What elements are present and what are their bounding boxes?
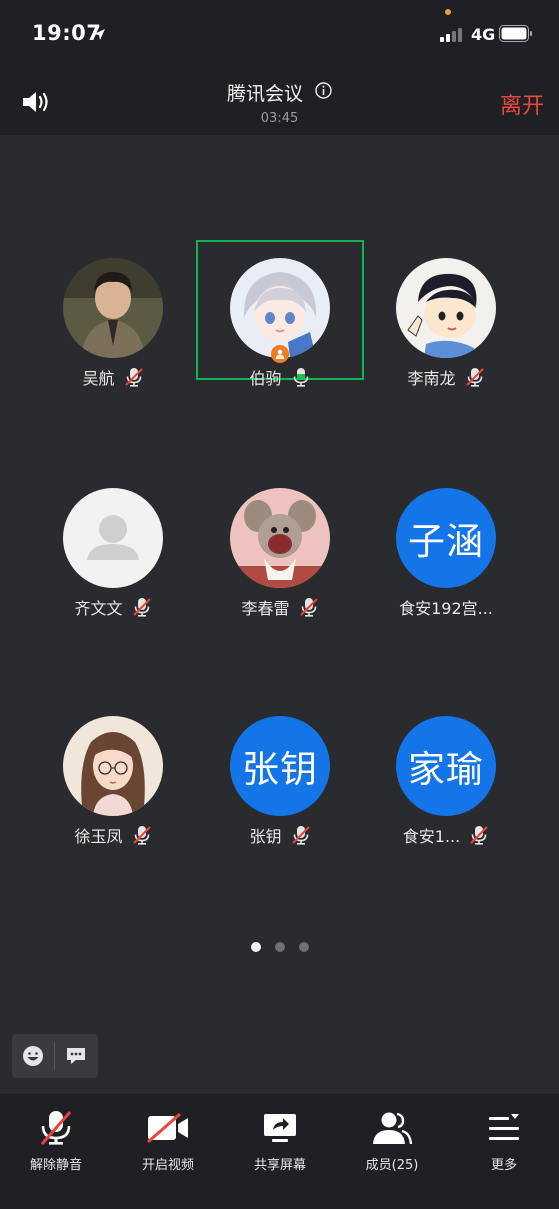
participant-name: 食安1... (402, 827, 461, 846)
mic-muted-icon (299, 597, 319, 617)
participant-tile[interactable]: 李南龙 (362, 240, 530, 388)
mic-muted-icon (124, 367, 144, 387)
members-icon (371, 1104, 413, 1152)
avatar (63, 258, 163, 358)
members-button[interactable]: 成员(25) (336, 1094, 448, 1184)
meeting-header: 腾讯会议 03:45 离开 (0, 66, 559, 135)
leave-button[interactable]: 离开 (500, 88, 544, 120)
page-indicator (0, 942, 559, 952)
participant-tile[interactable]: 李春雷 (196, 470, 364, 618)
divider (54, 1042, 55, 1070)
avatar (230, 488, 330, 588)
participant-name: 伯驹 (249, 369, 282, 388)
participant-tile[interactable]: 张钥 张钥 (196, 698, 364, 846)
mic-muted-icon (469, 825, 489, 845)
page-dot[interactable] (298, 942, 309, 952)
status-bar: 19:07 4G (0, 0, 559, 66)
cell-signal-icon (440, 26, 466, 42)
meeting-toolbar: 解除静音 开启视频 共享屏幕 成员(25) 更多 (0, 1094, 559, 1209)
unmute-label: 解除静音 (29, 1158, 82, 1173)
reaction-chat-box (12, 1034, 98, 1078)
mic-muted-icon (465, 367, 485, 387)
avatar-default-icon (63, 488, 163, 588)
more-label: 更多 (490, 1158, 517, 1173)
members-label: 成员(25) (365, 1158, 419, 1173)
meeting-duration: 03:45 (260, 111, 299, 126)
participant-name: 齐文文 (74, 599, 123, 618)
participant-tile[interactable]: 家瑜 食安1... (362, 698, 530, 846)
participant-name: 徐玉凤 (74, 827, 123, 846)
chat-message-icon[interactable] (65, 1045, 87, 1071)
host-badge-icon (271, 345, 289, 363)
menu-icon (487, 1104, 521, 1152)
share-screen-label: 共享屏幕 (253, 1158, 306, 1173)
avatar-text: 子涵 (396, 488, 496, 588)
avatar (230, 258, 330, 358)
avatar-text: 家瑜 (396, 716, 496, 816)
avatar (396, 258, 496, 358)
start-video-label: 开启视频 (141, 1158, 194, 1173)
participant-name: 吴航 (82, 369, 115, 388)
mic-speaking-icon (291, 367, 311, 387)
start-video-button[interactable]: 开启视频 (112, 1094, 224, 1184)
participant-tile[interactable]: 徐玉凤 (29, 698, 197, 846)
unmute-button[interactable]: 解除静音 (0, 1094, 112, 1184)
meeting-title[interactable]: 腾讯会议 (227, 83, 303, 105)
page-dot-active[interactable] (250, 942, 261, 952)
participant-name: 食安192宫... (399, 599, 493, 618)
share-screen-button[interactable]: 共享屏幕 (224, 1094, 336, 1184)
participant-tile-active-speaker[interactable]: 伯驹 (196, 240, 364, 388)
status-time: 19:07 (32, 21, 102, 45)
avatar-text: 张钥 (230, 716, 330, 816)
privacy-indicator-dot (445, 9, 451, 15)
page-dot[interactable] (274, 942, 285, 952)
mic-muted-icon (38, 1104, 74, 1152)
info-icon[interactable] (315, 82, 332, 103)
network-type: 4G (471, 25, 496, 44)
participant-name: 李春雷 (241, 599, 290, 618)
mic-muted-icon (291, 825, 311, 845)
participant-name: 李南龙 (407, 369, 456, 388)
participant-tile[interactable]: 齐文文 (29, 470, 197, 618)
participant-tile[interactable]: 子涵 食安192宫... (362, 470, 530, 618)
video-off-icon (146, 1104, 190, 1152)
mic-muted-icon (132, 825, 152, 845)
participant-tile[interactable]: 吴航 (29, 240, 197, 388)
avatar (63, 716, 163, 816)
more-button[interactable]: 更多 (448, 1094, 559, 1184)
share-screen-icon (262, 1104, 298, 1152)
location-arrow-icon (93, 26, 106, 45)
battery-icon (499, 25, 533, 42)
mic-muted-icon (132, 597, 152, 617)
emoji-icon[interactable] (22, 1045, 44, 1071)
participant-name: 张钥 (249, 827, 282, 846)
